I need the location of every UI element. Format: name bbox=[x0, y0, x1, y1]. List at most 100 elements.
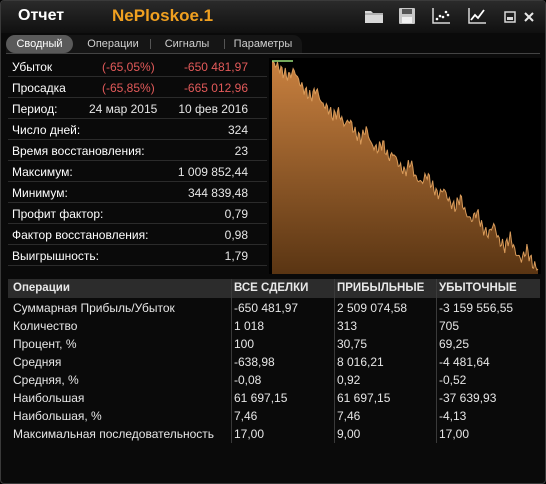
row-value-profitable: 9,00 bbox=[337, 427, 361, 441]
row-value-profitable: 30,75 bbox=[337, 337, 368, 351]
row-value-all: -0,08 bbox=[234, 373, 262, 387]
document-name: NePloskoe.1 bbox=[112, 6, 214, 25]
summary-row-days: Число дней: 324 bbox=[8, 119, 267, 140]
row-label: Средняя, % bbox=[13, 373, 79, 387]
row-value-all: 7,46 bbox=[234, 409, 258, 423]
tab-signals[interactable]: Сигналы bbox=[152, 35, 222, 53]
tab-separator bbox=[224, 39, 225, 49]
drawdown-percent: (-65,85%) bbox=[102, 81, 155, 95]
column-divider bbox=[436, 279, 437, 443]
payoff-label: Выигрышность: bbox=[12, 249, 100, 263]
row-value-losing: -3 159 556,55 bbox=[439, 301, 514, 315]
row-label: Процент, % bbox=[13, 337, 77, 351]
table-row: Наибольшая, % 7,46 7,46 -4,13 bbox=[8, 407, 540, 425]
row-label: Максимальная последовательность bbox=[13, 427, 215, 441]
profit-factor-label: Профит фактор: bbox=[12, 207, 104, 221]
recovery-factor-label: Фактор восстановления: bbox=[12, 228, 149, 242]
header-profitable: ПРИБЫЛЬНЫЕ bbox=[337, 282, 425, 294]
tab-operations[interactable]: Операции bbox=[78, 35, 148, 53]
row-value-profitable: 2 509 074,58 bbox=[337, 301, 408, 315]
row-value-losing: -4,13 bbox=[439, 409, 467, 423]
summary-row-period: Период: 24 мар 2015 10 фев 2016 bbox=[8, 98, 267, 119]
summary-row-loss: Убыток (-65,05%) -650 481,97 bbox=[8, 56, 267, 77]
table-header: Операции ВСЕ СДЕЛКИ ПРИБЫЛЬНЫЕ УБЫТОЧНЫЕ bbox=[8, 279, 540, 298]
row-value-losing: 17,00 bbox=[439, 427, 470, 441]
row-value-profitable: 313 bbox=[337, 319, 358, 333]
period-to: 10 фев 2016 bbox=[178, 102, 248, 116]
period-label: Период: bbox=[12, 102, 58, 116]
summary-row-profit-factor: Профит фактор: 0,79 bbox=[8, 203, 267, 224]
minimum-label: Минимум: bbox=[12, 186, 68, 200]
header-operations: Операции bbox=[13, 282, 70, 294]
table-row: Процент, % 100 30,75 69,25 bbox=[8, 335, 540, 353]
summary-row-payoff: Выигрышность: 1,79 bbox=[8, 245, 267, 266]
row-value-profitable: 7,46 bbox=[337, 409, 361, 423]
row-value-all: 1 018 bbox=[234, 319, 265, 333]
minimum-value: 344 839,48 bbox=[187, 186, 248, 200]
scatter-chart-icon[interactable] bbox=[431, 7, 451, 25]
row-value-profitable: 61 697,15 bbox=[337, 391, 391, 405]
line-chart-icon[interactable] bbox=[467, 7, 487, 25]
content-divider bbox=[6, 53, 540, 54]
minimize-icon[interactable] bbox=[504, 11, 516, 23]
maximum-value: 1 009 852,44 bbox=[177, 165, 248, 179]
title-bar[interactable]: Отчет NePloskoe.1 bbox=[1, 1, 545, 33]
profit-factor-value: 0,79 bbox=[224, 207, 248, 221]
column-divider bbox=[334, 279, 335, 443]
row-value-losing: 69,25 bbox=[439, 337, 470, 351]
row-value-losing: -37 639,93 bbox=[439, 391, 497, 405]
row-label: Наибольшая, % bbox=[13, 409, 102, 423]
row-label: Средняя bbox=[13, 355, 62, 369]
payoff-value: 1,79 bbox=[224, 249, 248, 263]
table-row: Максимальная последовательность 17,00 9,… bbox=[8, 425, 540, 443]
drawdown-value: -665 012,96 bbox=[183, 81, 248, 95]
recovery-time-value: 23 bbox=[234, 144, 248, 158]
period-from: 24 мар 2015 bbox=[89, 102, 158, 116]
row-value-all: -638,98 bbox=[234, 355, 275, 369]
tab-parameters[interactable]: Параметры bbox=[226, 35, 300, 53]
row-label: Количество bbox=[13, 319, 78, 333]
save-icon[interactable] bbox=[397, 7, 417, 25]
report-window: Отчет NePloskoe.1 Сводный Операции Сигна… bbox=[0, 0, 546, 484]
days-value: 324 bbox=[227, 123, 248, 137]
row-value-profitable: 0,92 bbox=[337, 373, 361, 387]
equity-area bbox=[272, 62, 538, 274]
row-value-all: -650 481,97 bbox=[234, 301, 299, 315]
loss-label: Убыток bbox=[12, 60, 53, 74]
table-row: Наибольшая 61 697,15 61 697,15 -37 639,9… bbox=[8, 389, 540, 407]
table-row: Количество 1 018 313 705 bbox=[8, 317, 540, 335]
row-value-profitable: 8 016,21 bbox=[337, 355, 384, 369]
tab-summary[interactable]: Сводный bbox=[6, 35, 73, 53]
row-value-losing: -4 481,64 bbox=[439, 355, 490, 369]
recovery-factor-value: 0,98 bbox=[224, 228, 248, 242]
loss-value: -650 481,97 bbox=[183, 60, 248, 74]
header-all-trades: ВСЕ СДЕЛКИ bbox=[234, 282, 309, 294]
summary-panel: Убыток (-65,05%) -650 481,97 Просадка (-… bbox=[8, 56, 267, 275]
row-value-all: 61 697,15 bbox=[234, 391, 288, 405]
table-row: Средняя -638,98 8 016,21 -4 481,64 bbox=[8, 353, 540, 371]
row-value-all: 17,00 bbox=[234, 427, 265, 441]
summary-row-recovery-time: Время восстановления: 23 bbox=[8, 140, 267, 161]
drawdown-label: Просадка bbox=[12, 81, 66, 95]
equity-chart[interactable] bbox=[269, 58, 541, 274]
folder-icon[interactable] bbox=[364, 7, 384, 25]
tab-separator bbox=[150, 39, 151, 49]
summary-row-recovery-factor: Фактор восстановления: 0,98 bbox=[8, 224, 267, 245]
recovery-time-label: Время восстановления: bbox=[12, 144, 145, 158]
window-title: Отчет bbox=[18, 7, 65, 24]
days-label: Число дней: bbox=[12, 123, 81, 137]
table-row: Суммарная Прибыль/Убыток -650 481,97 2 5… bbox=[8, 299, 540, 317]
summary-row-maximum: Максимум: 1 009 852,44 bbox=[8, 161, 267, 182]
row-value-all: 100 bbox=[234, 337, 255, 351]
table-row: Средняя, % -0,08 0,92 -0,52 bbox=[8, 371, 540, 389]
tab-bar: Сводный Операции Сигналы Параметры bbox=[6, 35, 302, 53]
close-icon[interactable] bbox=[523, 11, 535, 23]
loss-percent: (-65,05%) bbox=[102, 60, 155, 74]
column-divider bbox=[231, 279, 232, 443]
summary-row-drawdown: Просадка (-65,85%) -665 012,96 bbox=[8, 77, 267, 98]
header-losing: УБЫТОЧНЫЕ bbox=[439, 282, 517, 294]
row-label: Наибольшая bbox=[13, 391, 85, 405]
summary-row-minimum: Минимум: 344 839,48 bbox=[8, 182, 267, 203]
row-label: Суммарная Прибыль/Убыток bbox=[13, 301, 175, 315]
row-value-losing: 705 bbox=[439, 319, 460, 333]
